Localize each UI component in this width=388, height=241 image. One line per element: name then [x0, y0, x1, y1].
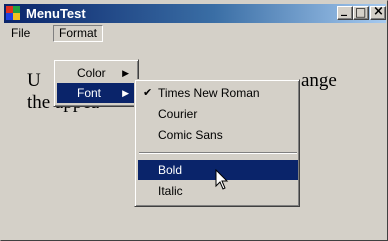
menu-format[interactable]: Format [53, 25, 104, 42]
menu-item-label: Courier [158, 107, 198, 121]
menu-item-font[interactable]: Font ▶ [57, 83, 137, 103]
menu-item-label: Italic [158, 184, 183, 198]
maximize-button[interactable]: □ [353, 5, 369, 20]
title-bar[interactable]: MenuTest _ □ × [4, 2, 386, 23]
close-button[interactable]: × [370, 4, 386, 20]
format-menu: Color ▶ Font ▶ [53, 59, 139, 107]
menu-item-courier[interactable]: Courier [138, 104, 298, 124]
close-icon: × [373, 4, 384, 19]
app-icon [6, 6, 20, 20]
menu-bar: File Format [4, 23, 386, 43]
mouse-cursor-icon [215, 169, 229, 190]
menu-item-label: Comic Sans [158, 128, 223, 142]
window-title: MenuTest [26, 6, 86, 21]
submenu-arrow-icon: ▶ [122, 88, 129, 98]
checkmark-icon: ✔ [143, 87, 153, 99]
content-text-line1-start: U [27, 70, 41, 91]
minimize-button[interactable]: _ [337, 2, 353, 20]
menu-item-color-label: Color [77, 66, 106, 80]
app-window: MenuTest _ □ × File Format U ange the ap… [0, 0, 388, 241]
menu-item-color[interactable]: Color ▶ [57, 63, 137, 83]
menu-item-label: Bold [158, 163, 183, 177]
menu-item-label: Times New Roman [158, 86, 260, 100]
menu-item-comic-sans[interactable]: Comic Sans [138, 125, 298, 145]
menu-item-font-label: Font [77, 86, 102, 100]
menu-file[interactable]: File [6, 25, 35, 42]
minimize-icon: _ [341, 2, 347, 16]
menu-item-times-new-roman[interactable]: ✔ Times New Roman [138, 83, 298, 103]
content-text-line1-end: ange [301, 70, 337, 91]
submenu-arrow-icon: ▶ [122, 68, 129, 78]
maximize-icon: □ [355, 5, 367, 19]
menu-separator [139, 152, 297, 154]
